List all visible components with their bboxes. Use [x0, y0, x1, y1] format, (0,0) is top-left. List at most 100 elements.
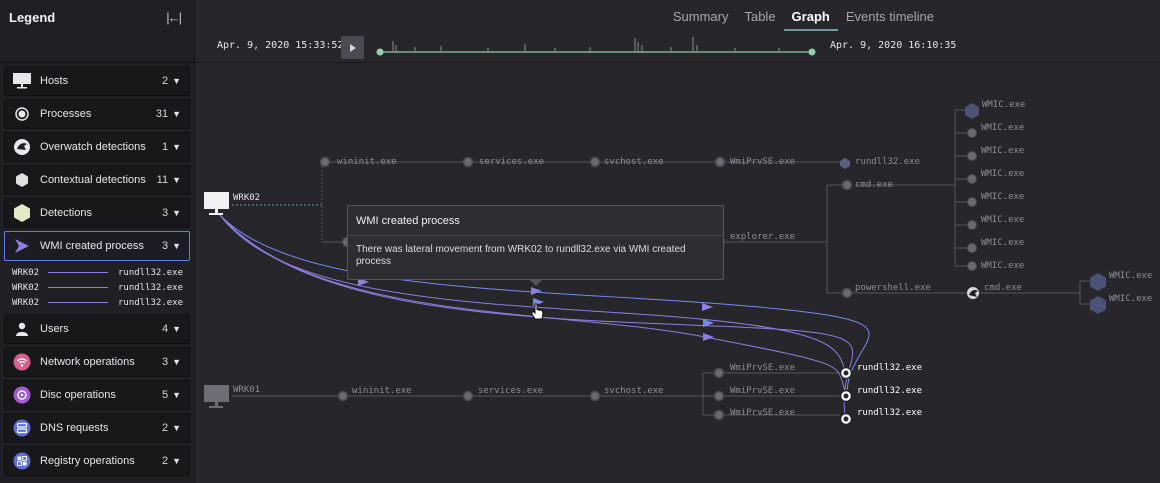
legend-item-users[interactable]: Users 4 ▼	[4, 314, 190, 344]
play-icon	[349, 43, 356, 52]
tab-graph[interactable]: Graph	[783, 0, 838, 31]
process-label: WMIC.exe	[982, 100, 1025, 110]
legend-item-count: 3	[161, 356, 169, 368]
process-node[interactable]	[841, 287, 853, 299]
hexagon-large-icon	[13, 204, 31, 222]
chevron-down-icon[interactable]: ▼	[172, 423, 181, 433]
hexagon-icon[interactable]	[840, 158, 850, 169]
legend-header: Legend |←|	[0, 0, 194, 63]
hexagon-icon[interactable]	[965, 103, 979, 119]
legend-item-hosts[interactable]: Hosts 2 ▼	[4, 66, 190, 96]
host-label: WRK02	[233, 193, 260, 203]
hexagon-icon	[13, 171, 31, 189]
collapse-sidebar-icon[interactable]: |←|	[166, 10, 182, 25]
legend-item-count: 1	[161, 141, 169, 153]
wifi-icon	[13, 353, 31, 371]
legend-item-disc-operations[interactable]: Disc operations 5 ▼	[4, 380, 190, 410]
process-label: services.exe	[479, 157, 544, 167]
hexagon-icon[interactable]	[1090, 273, 1106, 291]
process-node[interactable]	[462, 390, 474, 402]
chevron-down-icon[interactable]: ▼	[172, 390, 181, 400]
timeline-bar: Apr. 9, 2020 15:33:52 Apr. 9, 2020 16:10…	[195, 33, 1160, 63]
legend-item-network-operations[interactable]: Network operations 3 ▼	[4, 347, 190, 377]
process-label: rundll32.exe	[857, 363, 922, 373]
chevron-down-icon[interactable]: ▼	[172, 109, 181, 119]
process-node[interactable]	[337, 390, 349, 402]
wmi-source: WRK02	[12, 282, 40, 293]
legend-item-count: 4	[161, 323, 169, 335]
list-item[interactable]: WRK02 rundll32.exe	[12, 295, 186, 310]
legend-title: Legend	[9, 10, 56, 25]
process-node[interactable]	[713, 367, 725, 379]
legend-item-count: 5	[161, 389, 169, 401]
timeline-start-handle[interactable]	[376, 48, 384, 56]
timeline-track[interactable]	[375, 33, 835, 63]
process-node[interactable]	[841, 179, 853, 191]
process-node[interactable]	[589, 390, 601, 402]
process-label: WmiPrvSE.exe	[730, 157, 795, 167]
process-node[interactable]	[713, 409, 725, 421]
process-label: svchost.exe	[604, 386, 664, 396]
play-button[interactable]	[341, 36, 364, 59]
registry-icon	[13, 452, 31, 470]
process-node[interactable]	[967, 261, 977, 271]
user-icon	[13, 320, 31, 338]
list-item[interactable]: WRK02 rundll32.exe	[12, 280, 186, 295]
chevron-down-icon[interactable]: ▼	[172, 357, 181, 367]
process-node[interactable]	[462, 156, 474, 168]
legend-item-label: Processes	[40, 108, 92, 120]
wmi-target: rundll32.exe	[118, 267, 184, 278]
tab-summary[interactable]: Summary	[665, 0, 737, 31]
legend-item-wmi-created-process[interactable]: WMI created process 3 ▼	[4, 231, 190, 261]
process-node[interactable]	[714, 156, 726, 168]
process-label: WMIC.exe	[981, 261, 1024, 271]
chevron-down-icon[interactable]: ▼	[172, 324, 181, 334]
hexagon-icon[interactable]	[1090, 296, 1106, 314]
chevron-down-icon[interactable]: ▼	[172, 208, 181, 218]
process-label: WMIC.exe	[981, 169, 1024, 179]
legend-item-count: 3	[161, 240, 169, 252]
chevron-down-icon[interactable]: ▼	[172, 241, 181, 251]
legend-item-dns-requests[interactable]: DNS requests 2 ▼	[4, 413, 190, 443]
process-node[interactable]	[967, 174, 977, 184]
legend-item-detections[interactable]: Detections 3 ▼	[4, 198, 190, 228]
wmi-target: rundll32.exe	[118, 282, 184, 293]
wmi-process-list: WRK02 rundll32.exe WRK02 rundll32.exe WR…	[4, 264, 190, 314]
tab-table[interactable]: Table	[736, 0, 783, 31]
wmi-target: rundll32.exe	[118, 297, 184, 308]
process-node[interactable]	[319, 156, 331, 168]
process-label: cmd.exe	[855, 180, 893, 190]
process-node[interactable]	[967, 128, 977, 138]
tab-events-timeline[interactable]: Events timeline	[838, 0, 942, 31]
monitor-icon	[13, 72, 31, 90]
disc-icon	[13, 386, 31, 404]
timeline-end-handle[interactable]	[808, 48, 816, 56]
process-node[interactable]	[967, 197, 977, 207]
legend-item-contextual-detections[interactable]: Contextual detections 11 ▼	[4, 165, 190, 195]
process-node[interactable]	[713, 390, 725, 402]
chevron-down-icon[interactable]: ▼	[172, 142, 181, 152]
host-label: WRK01	[233, 385, 260, 395]
legend-item-overwatch-detections[interactable]: Overwatch detections 1 ▼	[4, 132, 190, 162]
legend-item-registry-operations[interactable]: Registry operations 2 ▼	[4, 446, 190, 476]
hand-cursor-icon	[530, 303, 544, 320]
view-tabs: Summary Table Graph Events timeline	[665, 0, 942, 31]
process-node[interactable]	[589, 156, 601, 168]
list-item[interactable]: WRK02 rundll32.exe	[12, 265, 186, 280]
process-node[interactable]	[967, 151, 977, 161]
top-bar: Summary Table Graph Events timeline	[195, 0, 1160, 33]
process-node[interactable]	[967, 243, 977, 253]
chevron-down-icon[interactable]: ▼	[172, 456, 181, 466]
falcon-icon	[13, 138, 31, 156]
legend-item-label: Registry operations	[40, 455, 135, 467]
chevron-down-icon[interactable]: ▼	[172, 76, 181, 86]
edge-line	[48, 272, 108, 273]
edge-line	[48, 302, 108, 303]
overwatch-detection-node[interactable]	[967, 287, 979, 299]
legend-item-processes[interactable]: Processes 31 ▼	[4, 99, 190, 129]
process-label: WMIC.exe	[981, 215, 1024, 225]
host-node-wrk02[interactable]: WRK02	[204, 192, 260, 215]
chevron-down-icon[interactable]: ▼	[172, 175, 181, 185]
process-circle-icon	[13, 105, 31, 123]
process-node[interactable]	[967, 220, 977, 230]
